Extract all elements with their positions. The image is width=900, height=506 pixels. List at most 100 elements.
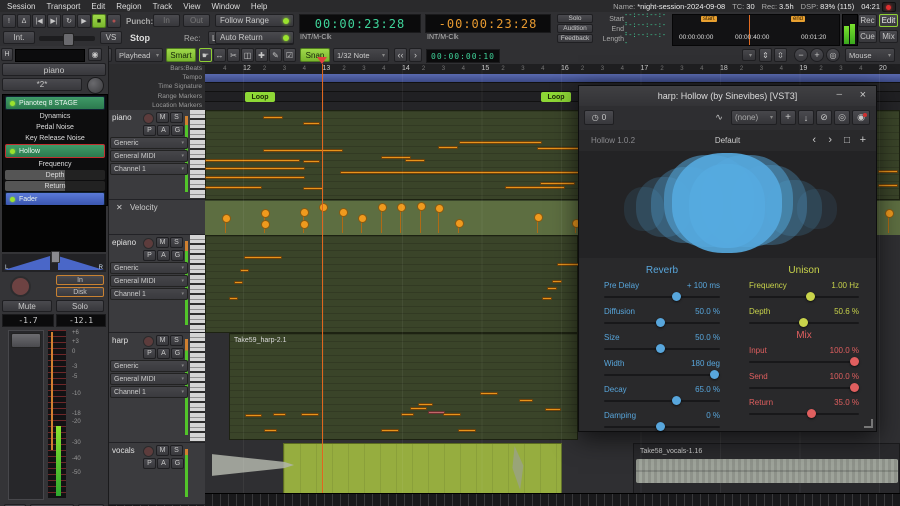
track-mute-button[interactable]: M: [156, 237, 169, 248]
param-slider-diffusion[interactable]: [604, 317, 720, 328]
track-io-generic[interactable]: Generic ▾: [110, 360, 188, 372]
track-io-channel-1[interactable]: Channel 1 ▾: [110, 288, 188, 300]
processor-control-frequency[interactable]: Frequency: [5, 159, 105, 169]
track-group-button[interactable]: G: [171, 348, 184, 359]
track-io-general-midi[interactable]: General MIDI ▾: [110, 373, 188, 385]
disk-monitor-button[interactable]: Disk: [56, 287, 104, 297]
start-marker[interactable]: start: [701, 16, 717, 22]
menu-help[interactable]: Help: [251, 2, 267, 11]
metronome-button[interactable]: Δ: [17, 14, 31, 28]
trim-knob[interactable]: [87, 77, 104, 94]
maximize-gui-button[interactable]: □: [844, 135, 850, 146]
stop-button[interactable]: ■: [92, 14, 106, 28]
primary-clock[interactable]: 00:00:23:28: [299, 14, 421, 33]
midi-panic-button[interactable]: !: [2, 14, 16, 28]
track-mute-button[interactable]: M: [156, 112, 169, 123]
track-solo-button[interactable]: S: [170, 335, 183, 346]
controls-icon[interactable]: ◎: [834, 110, 850, 125]
strip-name-field[interactable]: [15, 49, 85, 62]
smart-mode-button[interactable]: Smart: [166, 48, 196, 62]
zoom-focus-mouse-select[interactable]: Mouse ▾: [845, 48, 895, 62]
slider-thumb[interactable]: [655, 344, 665, 353]
track-automation-button[interactable]: A: [157, 250, 170, 261]
velocity-lane-header[interactable]: ✕ Velocity: [108, 200, 205, 235]
secondary-clock[interactable]: -00:00:23:28: [425, 14, 551, 33]
track-mute-button[interactable]: M: [156, 445, 169, 456]
track-io-general-midi[interactable]: General MIDI ▾: [110, 275, 188, 287]
page-mix-button[interactable]: Mix: [879, 30, 898, 43]
track-group-button[interactable]: G: [171, 125, 184, 136]
resize-handle[interactable]: [864, 419, 873, 428]
track-solo-button[interactable]: S: [170, 445, 183, 456]
processor-control-depth[interactable]: Depth: [5, 170, 105, 180]
slider-thumb[interactable]: [672, 396, 682, 405]
track-automation-button[interactable]: A: [157, 348, 170, 359]
nudge-clock[interactable]: 00:00:00:10: [426, 49, 500, 63]
pan-thumb[interactable]: [51, 251, 60, 263]
slider-thumb[interactable]: [672, 292, 682, 301]
menu-view[interactable]: View: [183, 2, 200, 11]
param-slider-return[interactable]: [749, 408, 859, 419]
expand-tracks-button[interactable]: ⇕: [759, 48, 772, 62]
gain-display[interactable]: -1.7: [2, 314, 54, 327]
slider-thumb[interactable]: [655, 422, 665, 431]
strip-solo-button[interactable]: Solo: [56, 300, 104, 312]
gain-fader[interactable]: [8, 330, 44, 500]
strip-group-button[interactable]: *2*: [2, 78, 82, 91]
slider-thumb[interactable]: [799, 318, 808, 327]
slider-thumb[interactable]: [849, 383, 859, 392]
routing-grid[interactable]: [2, 206, 106, 252]
track-rec-enable-button[interactable]: [143, 336, 154, 347]
param-slider-size[interactable]: [604, 343, 720, 354]
vocals-region-right[interactable]: Take58_vocals-1.16: [633, 443, 900, 500]
param-slider-width[interactable]: [604, 369, 720, 380]
track-playlist-button[interactable]: P: [143, 348, 156, 359]
loop-range-start-marker[interactable]: Loop: [245, 92, 275, 102]
track-solo-button[interactable]: S: [170, 112, 183, 123]
param-slider-input[interactable]: [749, 356, 859, 367]
menu-session[interactable]: Session: [7, 2, 35, 11]
param-slider-damping[interactable]: [604, 421, 720, 432]
track-io-generic[interactable]: Generic ▾: [110, 137, 188, 149]
track-name-epiano[interactable]: epiano: [112, 238, 136, 247]
track-header-harp[interactable]: harp M S P A G Generic ▾ General MIDI ▾ Channel 1 ▾: [108, 333, 205, 443]
menu-transport[interactable]: Transport: [46, 2, 80, 11]
go-start-button[interactable]: |◀: [32, 14, 46, 28]
nudge-forward-button[interactable]: ›: [409, 48, 422, 62]
grid-edit-button[interactable]: ✚: [255, 48, 268, 62]
slider-thumb[interactable]: [655, 318, 665, 327]
epiano-midi-region[interactable]: [205, 235, 578, 333]
zoom-preset-select[interactable]: ▾: [742, 49, 756, 61]
page-edit-button[interactable]: Edit: [879, 14, 898, 27]
close-icon[interactable]: ×: [860, 89, 866, 101]
edit-internal-button[interactable]: ☑: [283, 48, 296, 62]
end-marker[interactable]: end: [791, 16, 806, 22]
processor-hollow[interactable]: Hollow: [5, 144, 105, 158]
loop-button[interactable]: ↻: [62, 14, 76, 28]
feedback-button[interactable]: Feedback: [557, 34, 593, 43]
plugin-titlebar[interactable]: harp: Hollow (by Sinevibes) [VST3] – ×: [579, 86, 876, 107]
track-name-piano[interactable]: piano: [112, 113, 132, 122]
track-playlist-button[interactable]: P: [143, 250, 156, 261]
zoom-fit-button[interactable]: ◎: [826, 48, 840, 62]
save-preset-button[interactable]: ↓: [798, 110, 814, 125]
summary-strip[interactable]: [108, 493, 900, 506]
slider-thumb[interactable]: [807, 409, 817, 418]
param-slider-pre-delay[interactable]: [604, 291, 720, 302]
peak-display[interactable]: -12.1: [56, 314, 106, 327]
param-slider-send[interactable]: [749, 382, 859, 393]
track-io-channel-1[interactable]: Channel 1 ▾: [110, 386, 188, 398]
punch-in-button[interactable]: In: [153, 14, 180, 27]
processor-control-return[interactable]: Return: [5, 181, 105, 191]
track-name-vocals[interactable]: vocals: [112, 446, 135, 455]
audition-button[interactable]: Audition: [557, 24, 593, 33]
track-io-general-midi[interactable]: General MIDI ▾: [110, 150, 188, 162]
param-slider-decay[interactable]: [604, 395, 720, 406]
auto-return-button2[interactable]: Auto Return: [215, 31, 294, 44]
menu-track[interactable]: Track: [153, 2, 173, 11]
processor-box[interactable]: Pianoteq 8 STAGE Dynamics Pedal Noise Key R…: [2, 94, 108, 206]
param-slider-frequency[interactable]: [749, 291, 859, 302]
track-header-epiano[interactable]: epiano M S P A G Generic ▾ General MIDI ▾ Channel …: [108, 235, 205, 333]
grid-select[interactable]: 1/32 Note ▾: [333, 48, 389, 62]
preset-prev-button[interactable]: ‹: [812, 134, 816, 146]
